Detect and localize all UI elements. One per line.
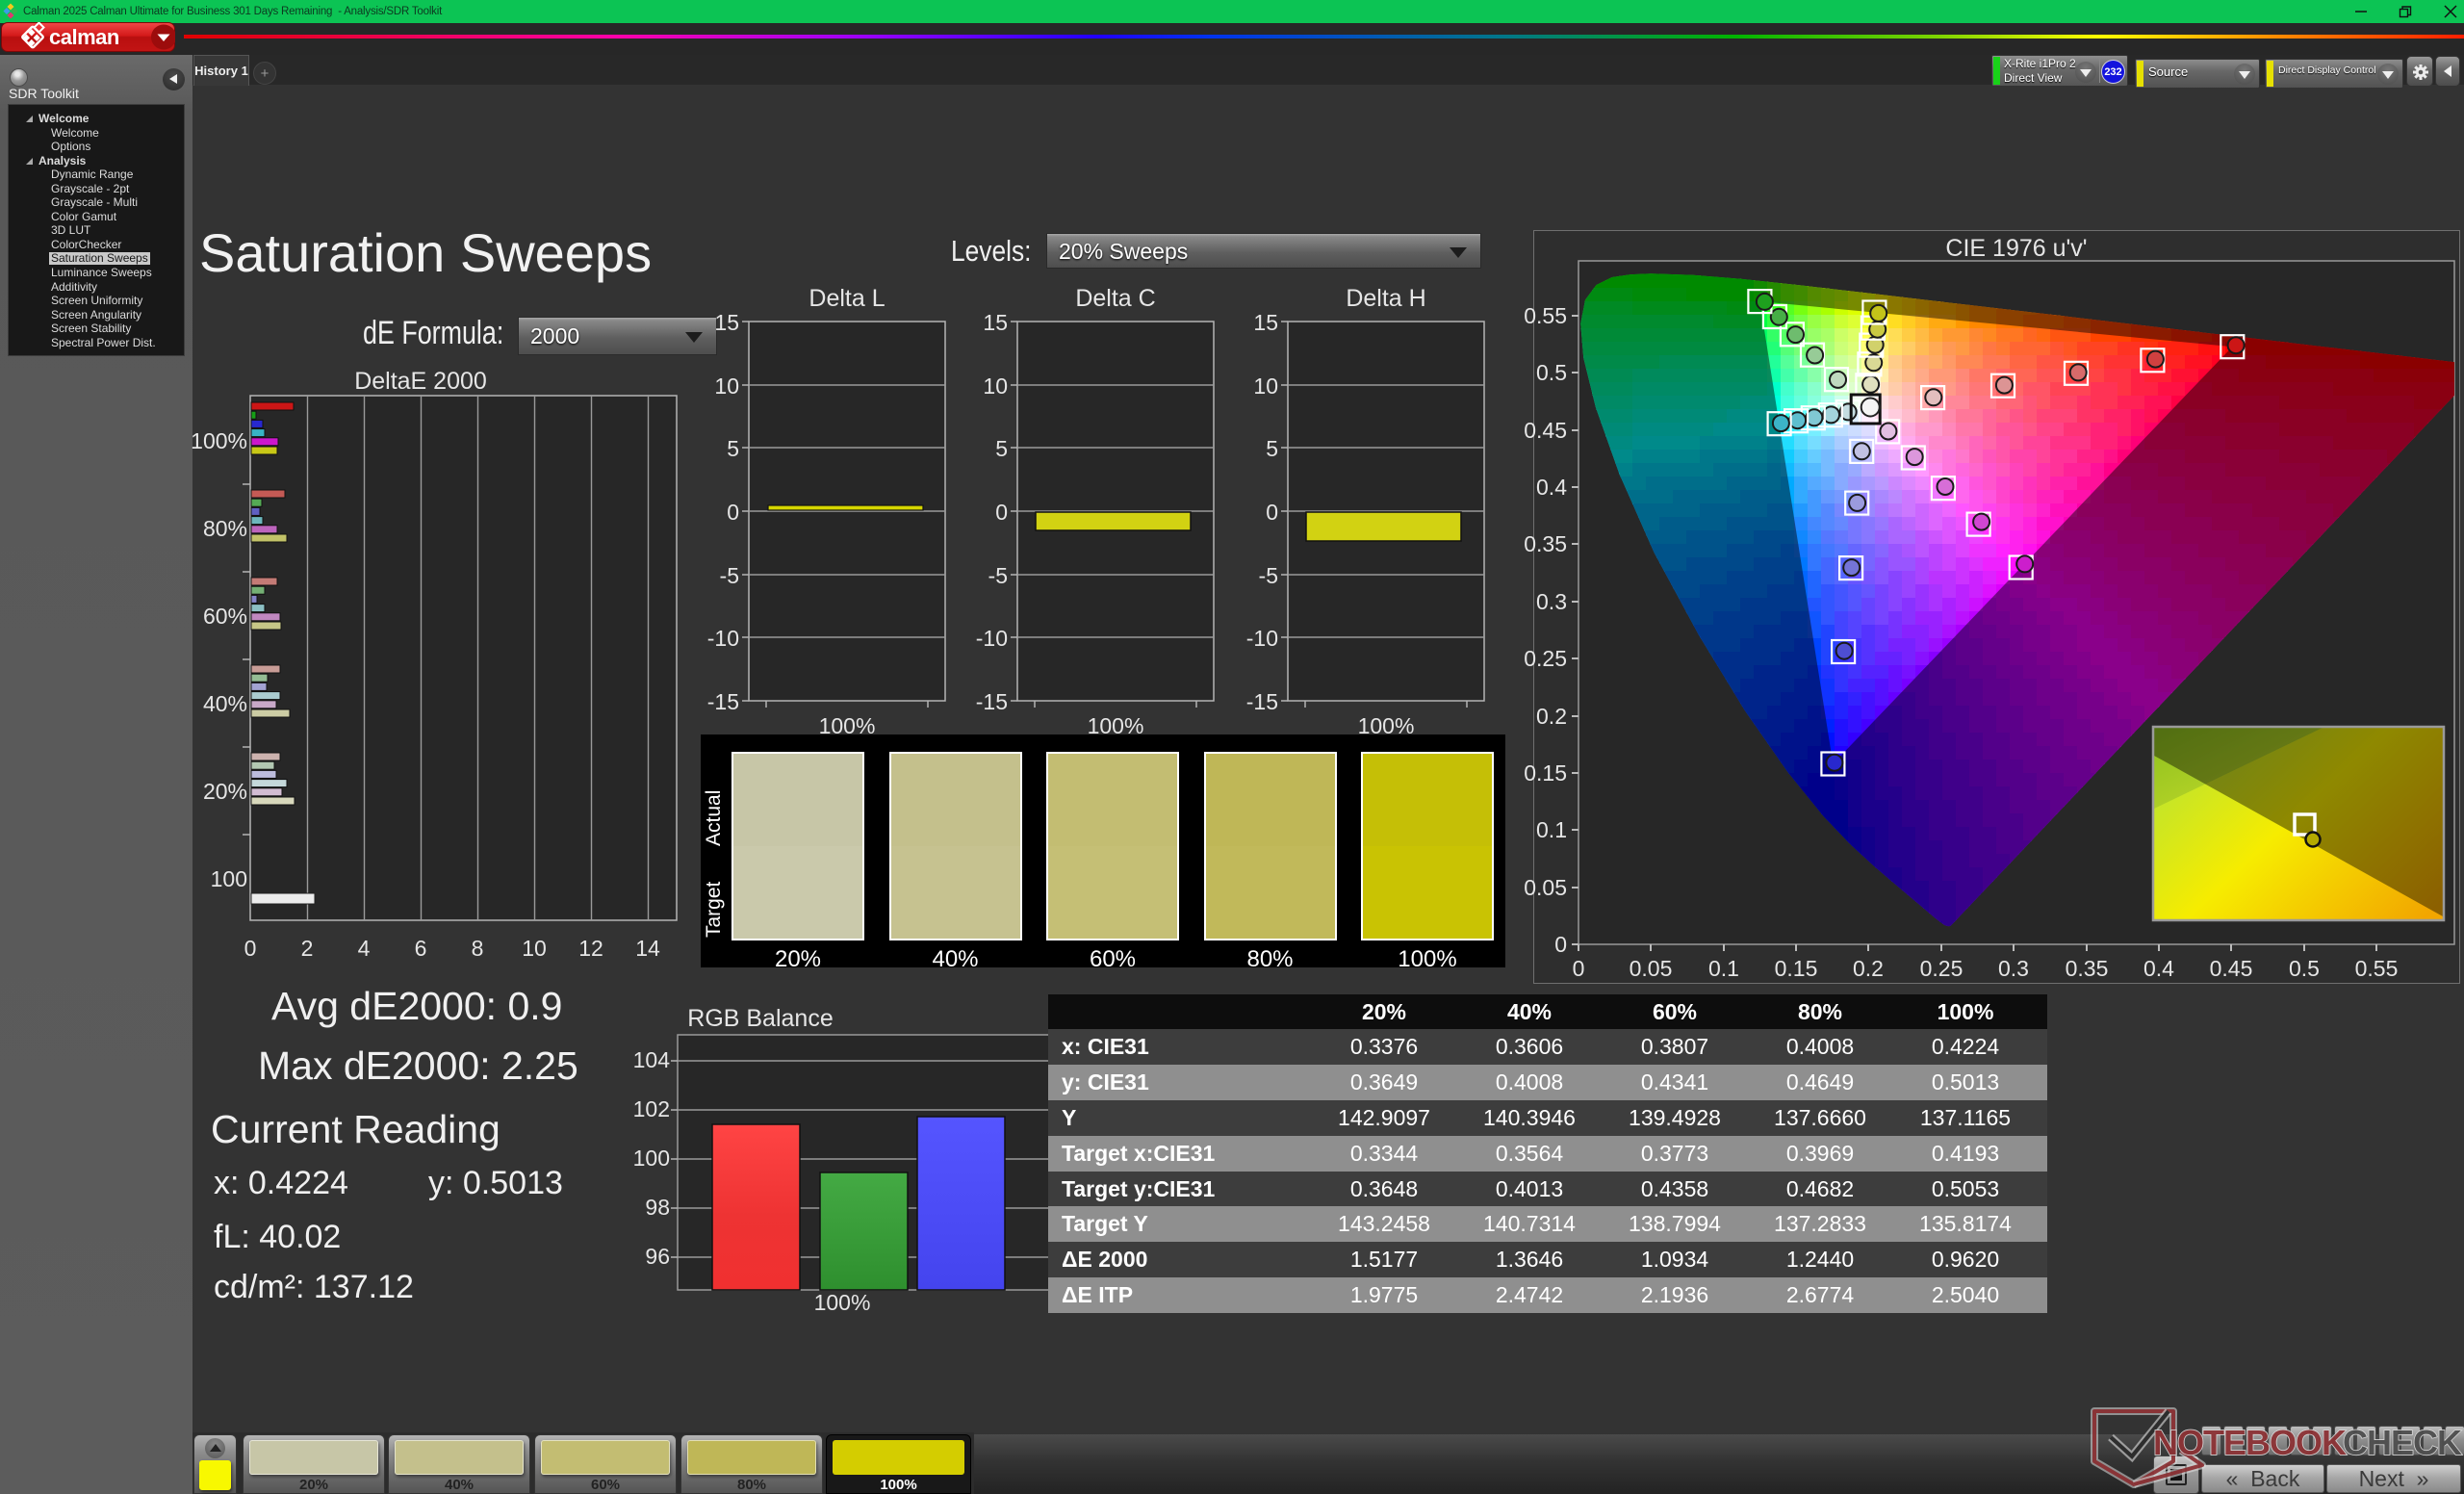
svg-text:0.5: 0.5 [1536,360,1567,385]
svg-text:0.3: 0.3 [1536,589,1567,614]
svg-text:6: 6 [415,936,427,961]
svg-text:-15: -15 [1246,689,1278,714]
svg-text:-15: -15 [707,689,739,714]
svg-text:0.2: 0.2 [1853,956,1884,981]
svg-text:0.15: 0.15 [1524,760,1567,786]
svg-text:Delta C: Delta C [1075,285,1155,312]
svg-text:-10: -10 [976,626,1008,651]
svg-text:0.15: 0.15 [1775,956,1818,981]
svg-text:20%: 20% [203,779,247,804]
svg-text:-5: -5 [988,563,1008,588]
svg-text:-5: -5 [1259,563,1278,588]
svg-text:0: 0 [1554,932,1567,957]
svg-text:-5: -5 [720,563,739,588]
svg-text:5: 5 [727,436,739,461]
svg-text:CHECK: CHECK [2343,1423,2462,1462]
svg-text:5: 5 [995,436,1008,461]
svg-text:98: 98 [645,1195,670,1220]
svg-text:10: 10 [1253,374,1278,399]
svg-text:0.55: 0.55 [1524,303,1567,328]
svg-text:96: 96 [645,1244,670,1269]
svg-text:0.55: 0.55 [2355,956,2399,981]
svg-text:DeltaE 2000: DeltaE 2000 [354,368,487,395]
svg-text:0.45: 0.45 [1524,418,1567,443]
svg-text:NOTEBOOK: NOTEBOOK [2153,1423,2347,1462]
svg-text:0.05: 0.05 [1630,956,1673,981]
svg-text:0.45: 0.45 [2210,956,2253,981]
svg-text:0.35: 0.35 [1524,531,1567,556]
svg-text:10: 10 [714,374,739,399]
svg-text:calman: calman [49,25,119,49]
svg-text:2: 2 [301,936,314,961]
svg-text:0.3: 0.3 [1998,956,2029,981]
svg-text:0.5: 0.5 [2289,956,2320,981]
svg-text:15: 15 [983,310,1008,335]
svg-text:Delta H: Delta H [1346,285,1425,312]
svg-text:40%: 40% [203,691,247,716]
svg-text:0.35: 0.35 [2066,956,2109,981]
svg-text:100: 100 [633,1146,670,1171]
svg-text:0.25: 0.25 [1524,646,1567,671]
svg-text:0.25: 0.25 [1920,956,1964,981]
svg-text:10: 10 [522,936,547,961]
svg-text:0.1: 0.1 [1708,956,1739,981]
svg-text:14: 14 [635,936,660,961]
svg-text:0: 0 [1266,500,1278,525]
svg-text:0.1: 0.1 [1536,817,1567,842]
svg-text:0: 0 [995,500,1008,525]
svg-text:-10: -10 [707,626,739,651]
svg-text:-15: -15 [976,689,1008,714]
svg-text:0.4: 0.4 [2143,956,2174,981]
svg-text:CIE 1976 u'v': CIE 1976 u'v' [1945,235,2087,262]
svg-text:0.4: 0.4 [1536,475,1567,500]
svg-text:15: 15 [714,310,739,335]
svg-text:100%: 100% [814,1290,871,1315]
svg-text:5: 5 [1266,436,1278,461]
svg-text:0: 0 [727,500,739,525]
svg-text:15: 15 [1253,310,1278,335]
svg-text:4: 4 [358,936,371,961]
svg-text:8: 8 [472,936,484,961]
svg-text:RGB Balance: RGB Balance [687,1005,833,1032]
svg-text:0: 0 [1573,956,1585,981]
svg-text:60%: 60% [203,604,247,629]
svg-text:0: 0 [244,936,257,961]
svg-text:10: 10 [983,374,1008,399]
svg-text:0.2: 0.2 [1536,704,1567,729]
svg-text:0.05: 0.05 [1524,875,1567,900]
svg-text:12: 12 [578,936,603,961]
svg-text:-10: -10 [1246,626,1278,651]
svg-text:100: 100 [211,866,247,891]
svg-text:100%: 100% [191,428,247,453]
svg-text:Delta L: Delta L [808,285,885,312]
svg-text:80%: 80% [203,516,247,541]
svg-text:104: 104 [633,1047,671,1072]
svg-text:102: 102 [633,1096,670,1121]
